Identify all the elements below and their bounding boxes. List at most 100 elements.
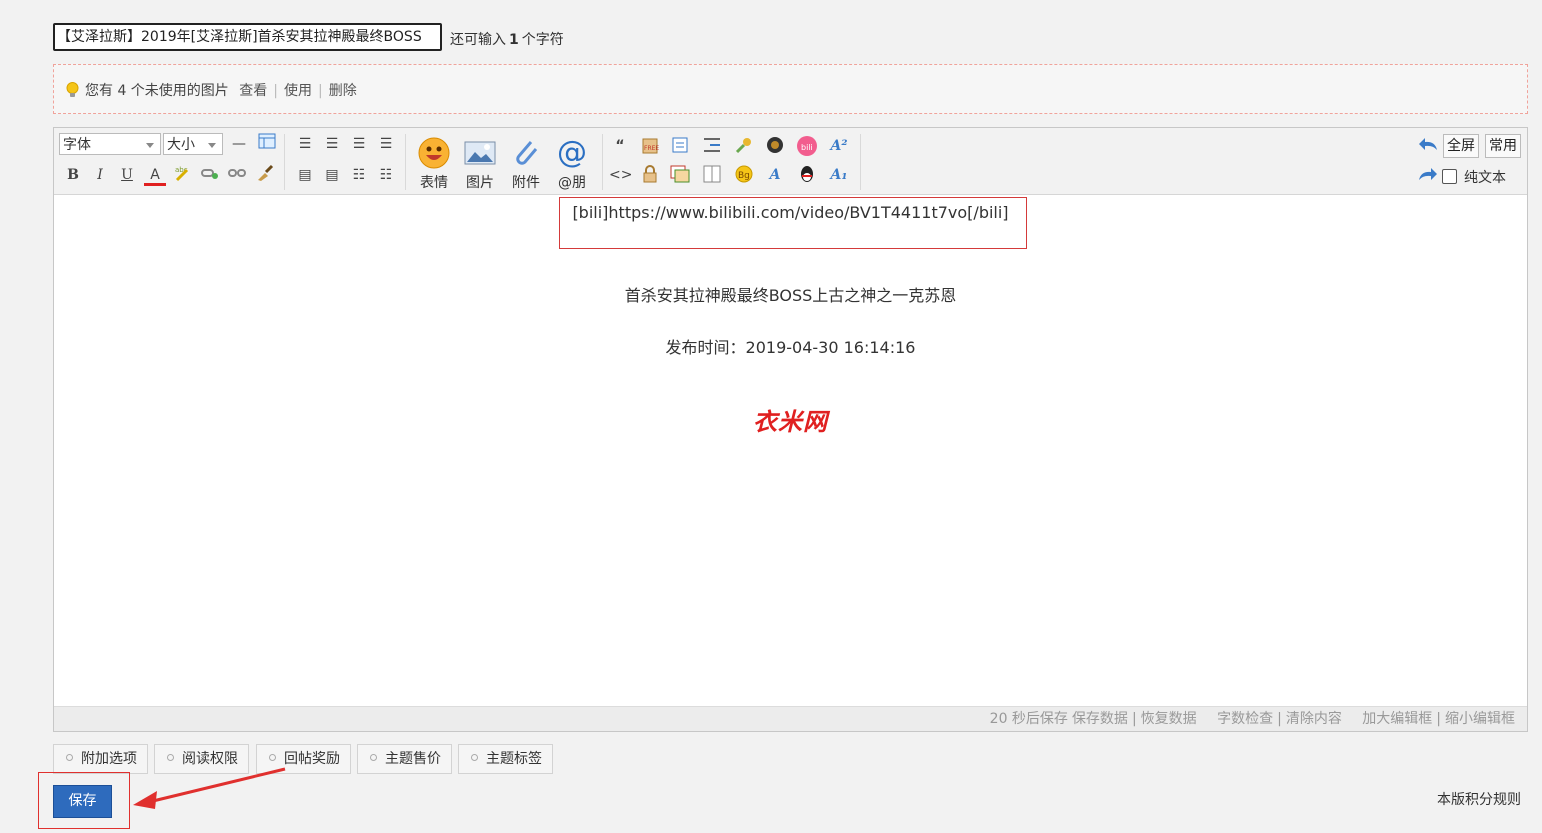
autosave-countdown: 20 秒后保存: [989, 711, 1068, 727]
shrink-editor-link[interactable]: 缩小编辑框: [1445, 711, 1515, 727]
bullet-icon: [269, 754, 276, 761]
toolbar-divider: [860, 134, 861, 190]
rich-text-editor: 字体 大小 — B I U A abc ☰ ☰ ☰ ☰ ▤ ▤ ☷ ☷ 表情 图…: [53, 127, 1528, 732]
toolbar-divider: [602, 134, 603, 190]
bullet-icon: [471, 754, 478, 761]
chevron-down-icon: [208, 143, 216, 148]
ordered-list-icon[interactable]: ☷: [348, 164, 370, 186]
chevron-down-icon: [146, 143, 154, 148]
plain-text-label: 纯文本: [1464, 170, 1506, 186]
unordered-list-icon[interactable]: ☷: [375, 164, 397, 186]
font-select[interactable]: 字体: [59, 133, 161, 155]
attachment-button[interactable]: 附件: [506, 136, 546, 192]
float-right-icon[interactable]: ▤: [321, 164, 343, 186]
free-icon[interactable]: FREE: [639, 135, 661, 157]
horizontal-rule-icon[interactable]: —: [228, 133, 250, 155]
restore-data-link[interactable]: 恢复数据: [1141, 711, 1197, 727]
editor-toolbar: 字体 大小 — B I U A abc ☰ ☰ ☰ ☰ ▤ ▤ ☷ ☷ 表情 图…: [54, 128, 1527, 195]
link-icon[interactable]: [199, 164, 221, 186]
lock-icon[interactable]: [639, 164, 661, 186]
table-icon[interactable]: [256, 133, 278, 155]
clear-content-link[interactable]: 清除内容: [1286, 711, 1342, 727]
subscript-icon[interactable]: A₁: [828, 164, 850, 186]
common-mode-button[interactable]: 常用: [1485, 134, 1521, 158]
char-hint-count: 1: [509, 32, 519, 48]
fullscreen-button[interactable]: 全屏: [1443, 134, 1479, 158]
background-color-icon[interactable]: Bg: [733, 164, 755, 186]
publish-time: 发布时间：2019-04-30 16:14:16: [665, 338, 916, 357]
view-images-link[interactable]: 查看: [239, 83, 267, 99]
gallery-icon[interactable]: [669, 164, 691, 186]
mention-label: @朋: [558, 175, 586, 191]
mention-button[interactable]: @ @朋: [552, 136, 592, 192]
use-images-link[interactable]: 使用: [284, 83, 312, 99]
at-icon: @: [557, 135, 587, 170]
tab-label: 主题售价: [385, 751, 441, 767]
italic-icon[interactable]: I: [89, 164, 111, 186]
qq-icon[interactable]: [796, 164, 818, 186]
separator: |: [1277, 711, 1282, 727]
quote-icon[interactable]: “: [609, 135, 631, 157]
word-check-link[interactable]: 字数检查: [1217, 711, 1273, 727]
enlarge-editor-link[interactable]: 加大编辑框: [1362, 711, 1432, 727]
superscript-icon[interactable]: A²: [828, 135, 850, 157]
red-arrow-annotation: [133, 767, 286, 809]
float-left-icon[interactable]: ▤: [294, 164, 316, 186]
subject-input[interactable]: 【艾泽拉斯】2019年[艾泽拉斯]首杀安其拉神殿最终BOSS: [53, 23, 442, 51]
image-icon: [463, 136, 497, 170]
unused-images-text: 您有 4 个未使用的图片: [85, 83, 229, 99]
size-select[interactable]: 大小: [163, 133, 223, 155]
align-left-icon[interactable]: ☰: [294, 133, 316, 155]
separator: |: [1436, 711, 1441, 727]
post-subtitle: 首杀安其拉神殿最终BOSS上古之神之一克苏恩: [624, 286, 957, 305]
delete-images-link[interactable]: 删除: [329, 83, 357, 99]
bold-icon[interactable]: B: [62, 164, 84, 186]
highlight-icon[interactable]: abc: [171, 164, 193, 186]
char-limit-hint: 还可输入 1 个字符: [450, 29, 564, 49]
font-color-icon[interactable]: A: [144, 164, 166, 186]
font-style-icon[interactable]: A: [764, 164, 786, 186]
align-right-icon[interactable]: ☰: [375, 133, 397, 155]
separator: |: [317, 83, 323, 99]
media-icon[interactable]: [764, 135, 786, 157]
separator: |: [273, 83, 278, 99]
emoji-button[interactable]: 表情: [414, 136, 454, 192]
undo-icon[interactable]: [1417, 135, 1439, 157]
tab-thread-tags[interactable]: 主题标签: [458, 744, 553, 774]
tab-thread-price[interactable]: 主题售价: [357, 744, 452, 774]
svg-text:FREE: FREE: [644, 145, 659, 152]
code-icon[interactable]: <>: [609, 164, 632, 186]
indent-icon[interactable]: [701, 135, 723, 157]
bilibili-icon[interactable]: bili: [796, 135, 818, 157]
editor-content-area[interactable]: [bili]https://www.bilibili.com/video/BV1…: [54, 195, 1527, 706]
tab-label: 主题标签: [486, 751, 542, 767]
lightbulb-icon: [66, 82, 79, 97]
password-key-icon[interactable]: [733, 135, 755, 157]
separator: |: [1131, 711, 1137, 727]
image-button[interactable]: 图片: [460, 136, 500, 192]
redo-icon[interactable]: [1417, 165, 1439, 187]
save-data-link[interactable]: 保存数据: [1072, 711, 1128, 727]
board-points-rules-link[interactable]: 本版积分规则: [1437, 789, 1521, 809]
toolbar-divider: [405, 134, 406, 190]
save-button[interactable]: 保存: [53, 785, 112, 818]
align-justify-icon[interactable]: ☰: [348, 133, 370, 155]
bili-embed-code: [bili]https://www.bilibili.com/video/BV1…: [572, 203, 1009, 222]
attachment-label: 附件: [512, 175, 540, 191]
align-center-icon[interactable]: ☰: [321, 133, 343, 155]
bullet-icon: [66, 754, 73, 761]
bullet-icon: [167, 754, 174, 761]
font-select-label: 字体: [63, 137, 91, 153]
unlink-icon[interactable]: [226, 164, 248, 186]
unused-images-notice: 您有 4 个未使用的图片 查看 | 使用 | 删除: [53, 64, 1528, 114]
paperclip-icon: [509, 136, 543, 170]
plain-text-checkbox[interactable]: [1442, 169, 1457, 184]
size-select-label: 大小: [167, 137, 195, 153]
hide-content-icon[interactable]: [669, 135, 691, 157]
bullet-icon: [370, 754, 377, 761]
columns-icon[interactable]: [701, 164, 723, 186]
clear-format-brush-icon[interactable]: [254, 164, 276, 186]
image-label: 图片: [466, 175, 494, 191]
svg-text:Bg: Bg: [738, 171, 750, 181]
underline-icon[interactable]: U: [116, 164, 138, 186]
